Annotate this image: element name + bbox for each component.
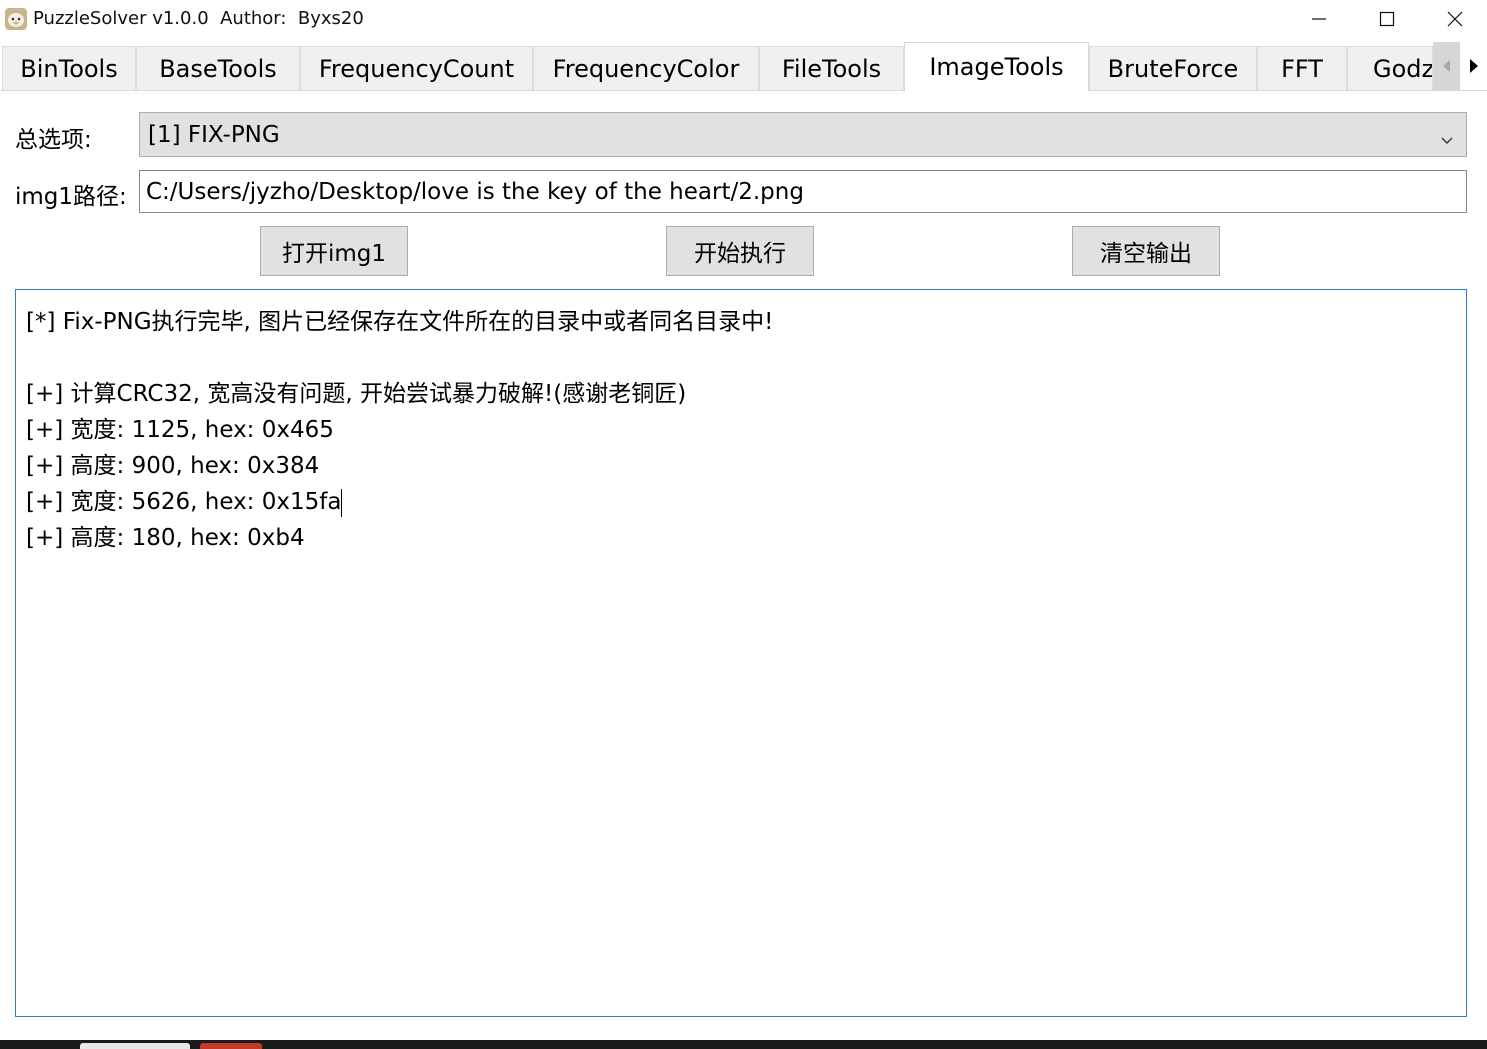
taskbar-item[interactable]	[200, 1043, 262, 1049]
output-line: [*] Fix-PNG执行完毕, 图片已经保存在文件所在的目录中或者同名目录中!	[26, 309, 774, 335]
tab-filetools[interactable]: FileTools	[759, 46, 904, 90]
output-line: [+] 宽度: 1125, hex: 0x465	[26, 417, 334, 443]
tab-godzilla[interactable]: Godzi	[1347, 46, 1433, 90]
close-button[interactable]	[1421, 0, 1487, 38]
img1-path-input[interactable]: C:/Users/jyzho/Desktop/love is the key o…	[139, 170, 1467, 213]
execute-button[interactable]: 开始执行	[666, 226, 814, 276]
minimize-icon	[1312, 18, 1326, 20]
open-img1-button[interactable]: 打开img1	[260, 226, 408, 276]
output-line: [+] 宽度: 5626, hex: 0x15fa	[26, 489, 342, 515]
tab-bar: BinTools BaseTools FrequencyCount Freque…	[0, 42, 1487, 91]
option-select[interactable]: [1] FIX-PNG	[139, 112, 1467, 157]
output-textarea[interactable]: [*] Fix-PNG执行完毕, 图片已经保存在文件所在的目录中或者同名目录中!…	[15, 289, 1467, 1017]
maximize-button[interactable]	[1353, 0, 1421, 38]
tab-scroll-left-button[interactable]	[1433, 42, 1460, 90]
title-bar: PuzzleSolver v1.0.0 Author: Byxs20	[0, 0, 1487, 40]
text-cursor	[341, 488, 343, 517]
window-title: PuzzleSolver v1.0.0 Author: Byxs20	[33, 8, 364, 29]
option-select-value: [1] FIX-PNG	[148, 121, 280, 148]
maximize-icon	[1379, 11, 1395, 27]
clear-output-button[interactable]: 清空输出	[1072, 226, 1220, 276]
tab-bintools[interactable]: BinTools	[2, 46, 136, 90]
tab-fft[interactable]: FFT	[1257, 46, 1347, 90]
output-line: [+] 高度: 180, hex: 0xb4	[26, 525, 305, 551]
option-label: 总选项:	[15, 127, 92, 153]
output-line: [+] 计算CRC32, 宽高没有问题, 开始尝试暴力破解!(感谢老铜匠)	[26, 381, 687, 407]
tab-basetools[interactable]: BaseTools	[136, 46, 300, 90]
chevron-down-icon	[1440, 127, 1454, 153]
taskbar-item[interactable]	[80, 1043, 190, 1049]
minimize-button[interactable]	[1285, 0, 1353, 38]
triangle-left-icon	[1442, 60, 1450, 72]
triangle-right-icon	[1469, 59, 1478, 73]
tab-scroll-right-button[interactable]	[1460, 42, 1487, 90]
output-line-with-cursor: [+] 宽度: 5626, hex: 0x15fa	[26, 484, 1456, 520]
close-icon	[1447, 11, 1463, 27]
tab-frequencycount[interactable]: FrequencyCount	[300, 46, 533, 90]
puzzlesolver-window: PuzzleSolver v1.0.0 Author: Byxs20 BinTo…	[0, 0, 1487, 1049]
output-line: [+] 高度: 900, hex: 0x384	[26, 453, 320, 479]
tab-bruteforce[interactable]: BruteForce	[1089, 46, 1257, 90]
tab-frequencycolor[interactable]: FrequencyColor	[533, 46, 759, 90]
sheep-icon	[4, 7, 28, 31]
path-label: img1路径:	[15, 184, 127, 210]
tab-imagetools[interactable]: ImageTools	[904, 42, 1089, 91]
